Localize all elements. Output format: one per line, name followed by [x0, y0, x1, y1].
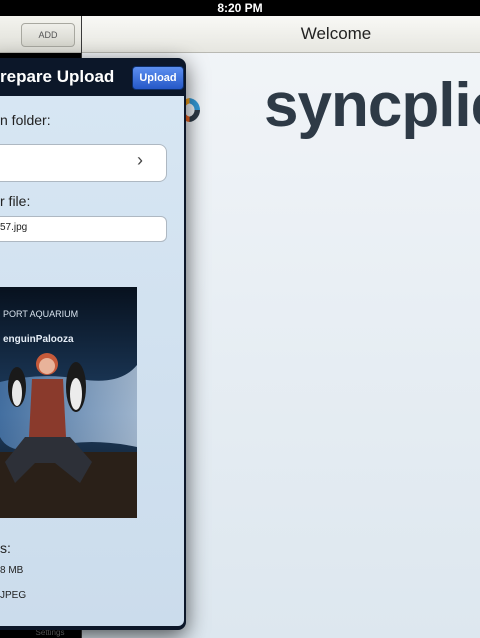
welcome-title: Welcome	[300, 24, 372, 43]
status-bar: 8:20 PM	[0, 0, 480, 16]
file-name-value: 57.jpg	[0, 222, 28, 233]
file-label: r file:	[0, 193, 31, 209]
chevron-right-icon: ›	[137, 150, 143, 170]
photo-sign-line1: PORT AQUARIUM	[3, 309, 78, 319]
brand-wordmark: syncplie	[264, 71, 480, 140]
popover-title: repare Upload	[0, 67, 115, 86]
file-size-value: 8 MB	[0, 565, 24, 576]
folder-label: n folder:	[0, 112, 51, 128]
status-time: 8:20 PM	[217, 1, 263, 15]
file-type-value: JPEG	[0, 590, 27, 601]
welcome-navbar: Welcome	[82, 16, 480, 53]
add-button[interactable]: ADD	[21, 23, 75, 47]
upload-button[interactable]: Upload	[132, 66, 184, 90]
details-label: s:	[0, 540, 11, 556]
photo-sign-line2: enguinPalooza	[3, 334, 74, 345]
photo-preview: PORT AQUARIUM enguinPalooza	[0, 287, 137, 518]
syncplicity-logo	[178, 98, 201, 122]
